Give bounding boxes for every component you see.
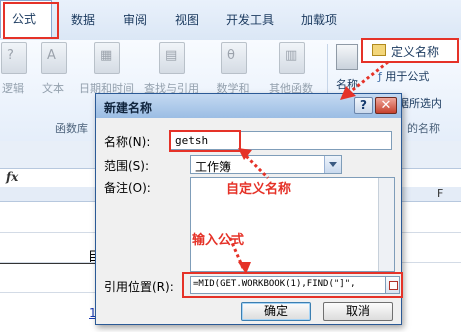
arrowhead-formula <box>238 262 251 274</box>
arrowhead-name <box>238 148 252 160</box>
annotation-arrows <box>228 60 389 274</box>
arrow-define-name-to-dialog <box>349 60 389 94</box>
